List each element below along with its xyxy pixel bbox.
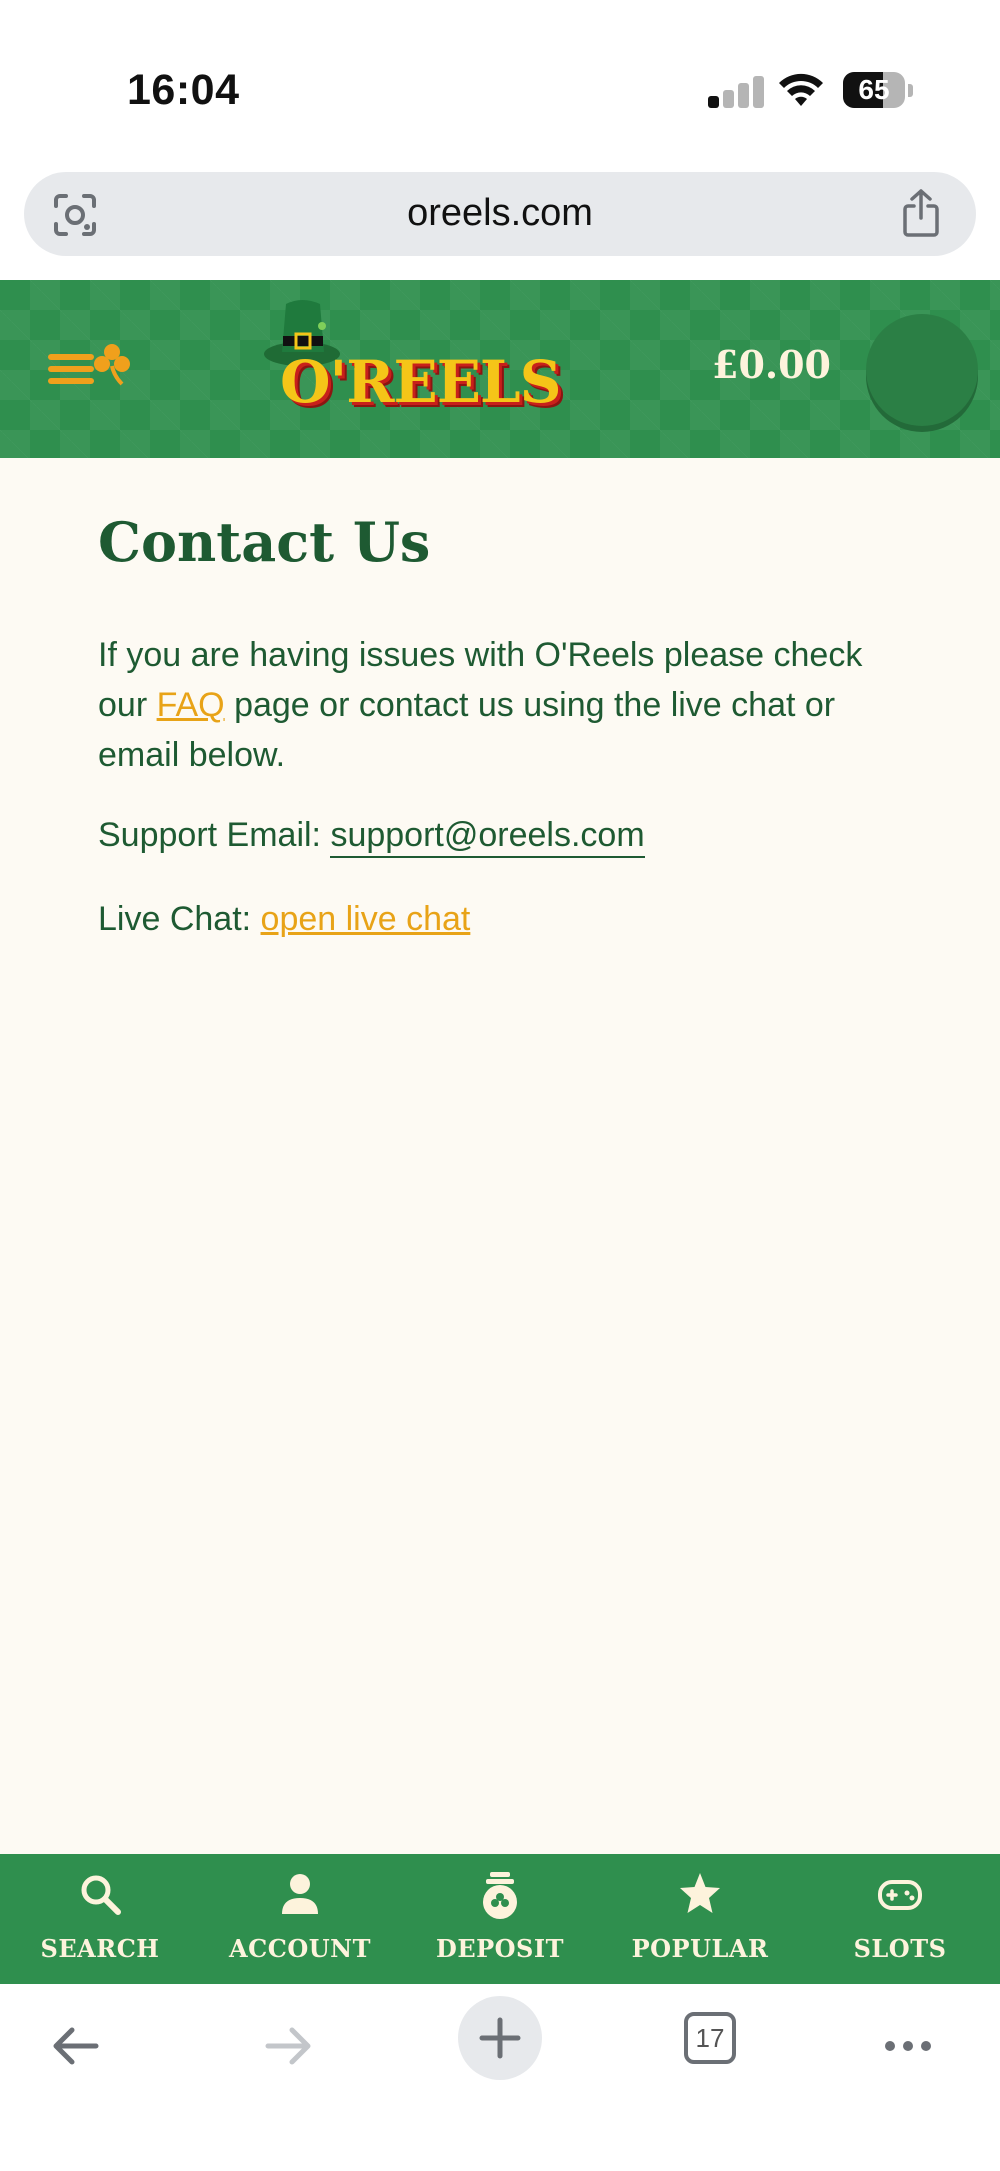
browser-toolbar: 17: [0, 1984, 1000, 2171]
back-arrow-icon: [53, 2027, 99, 2065]
hamburger-icon: [48, 354, 94, 360]
battery-icon: 65: [843, 72, 913, 110]
more-icon: [885, 2041, 931, 2051]
star-icon: [680, 1873, 720, 1913]
logo-text: O'REELS: [280, 348, 562, 416]
oreels-logo[interactable]: O'REELS: [258, 288, 578, 448]
back-button[interactable]: [34, 2004, 118, 2088]
bottom-nav: SEARCH ACCOUNT DEPOSIT POPULAR SLOTS: [0, 1854, 1000, 1984]
user-icon: [282, 1874, 318, 1914]
intro-text: If you are having issues with O'Reels pl…: [98, 630, 918, 780]
live-chat-row: Live Chat: open live chat: [98, 900, 470, 939]
tab-switcher-button[interactable]: 17: [684, 2012, 736, 2064]
forward-arrow-icon: [265, 2027, 311, 2065]
nav-account[interactable]: ACCOUNT: [200, 1854, 400, 1984]
profile-button[interactable]: [866, 314, 978, 426]
nav-popular[interactable]: POPULAR: [600, 1854, 800, 1984]
url-text[interactable]: oreels.com: [24, 192, 976, 235]
nav-search[interactable]: SEARCH: [0, 1854, 200, 1984]
wifi-icon: [779, 73, 823, 106]
main-content: Contact Us If you are having issues with…: [0, 458, 1000, 1854]
nav-search-label: SEARCH: [40, 1934, 160, 1963]
status-bar: 16:04 65: [0, 0, 1000, 160]
battery-percent: 65: [858, 74, 890, 105]
nav-slots-label: SLOTS: [853, 1934, 947, 1963]
address-bar[interactable]: oreels.com: [24, 172, 976, 256]
nav-slots[interactable]: SLOTS: [800, 1854, 1000, 1984]
nav-deposit-label: DEPOSIT: [436, 1934, 564, 1963]
nav-deposit[interactable]: DEPOSIT: [400, 1854, 600, 1984]
support-email-link[interactable]: support@oreels.com: [330, 816, 645, 858]
cellular-signal-icon: [708, 76, 764, 108]
nav-popular-label: POPULAR: [631, 1934, 769, 1963]
forward-button[interactable]: [246, 2004, 330, 2088]
support-email-label: Support Email:: [98, 816, 331, 854]
live-chat-label: Live Chat:: [98, 900, 261, 938]
page-title: Contact Us: [98, 510, 431, 574]
open-live-chat-link[interactable]: open live chat: [261, 900, 471, 938]
share-icon[interactable]: [900, 188, 942, 238]
gamepad-icon: [878, 1880, 922, 1910]
support-email-row: Support Email: support@oreels.com: [98, 816, 645, 858]
search-icon: [81, 1875, 121, 1915]
plus-icon: [479, 2017, 521, 2059]
account-balance: £0.00: [712, 342, 831, 387]
nav-account-label: ACCOUNT: [229, 1934, 371, 1963]
pot-of-gold-icon: [483, 1872, 517, 1919]
new-tab-button[interactable]: [458, 1996, 542, 2080]
more-menu-button[interactable]: [866, 2004, 950, 2088]
clover-icon: [94, 344, 130, 386]
site-header: O'REELS £0.00: [0, 280, 1000, 458]
menu-button[interactable]: [48, 340, 132, 396]
status-time: 16:04: [127, 66, 240, 114]
faq-link[interactable]: FAQ: [157, 686, 225, 724]
